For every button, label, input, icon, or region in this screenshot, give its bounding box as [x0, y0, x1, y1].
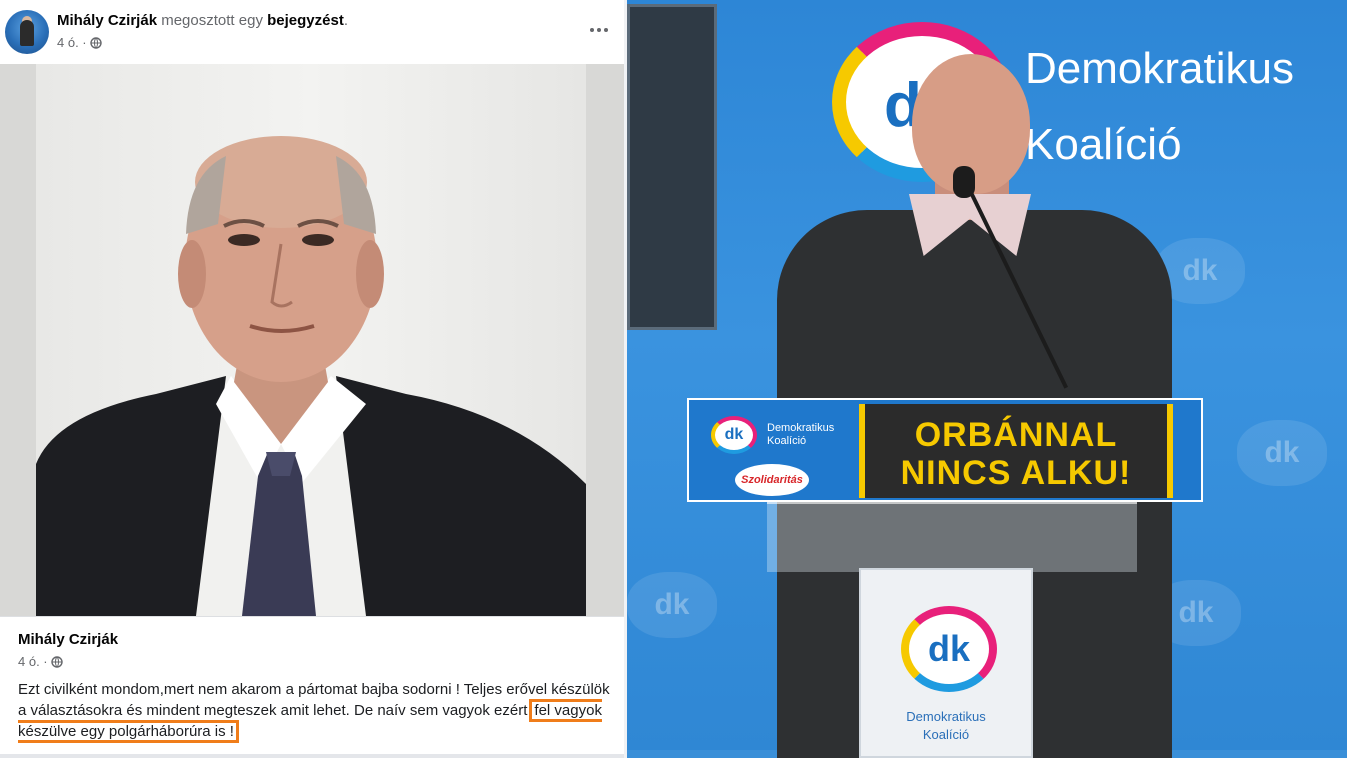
slogan-box: ORBÁNNAL NINCS ALKU!: [859, 404, 1173, 498]
shared-post-text: Ezt civilként mondom,mert nem akarom a p…: [18, 679, 614, 743]
dk-watermark-logo: dk: [1237, 420, 1327, 486]
podium-party-name: Demokratikus Koalíció: [861, 708, 1031, 744]
post-photo[interactable]: [0, 64, 624, 616]
solidarity-logo: Szolidaritás: [735, 464, 809, 496]
author-line: Mihály Czirják megosztott egy bejegyzést…: [57, 12, 348, 29]
dk-watermark-logo: dk: [627, 572, 717, 638]
shared-body-text: Ezt civilként mondom,mert nem akarom a p…: [18, 681, 610, 719]
banner-party-name: Demokratikus: [1025, 44, 1294, 93]
slogan-line2: NINCS ALKU!: [900, 454, 1132, 492]
facebook-post: Mihály Czirják megosztott egy bejegyzést…: [0, 0, 624, 758]
globe-icon: [89, 36, 102, 49]
slogan-line1: ORBÁNNAL: [914, 416, 1118, 454]
author-name-link[interactable]: Mihály Czirják: [57, 12, 157, 29]
portrait-illustration: [36, 136, 586, 616]
globe-icon: [50, 655, 63, 668]
podium-sign-logos: dk Demokratikus Koalíció Szolidaritás: [695, 406, 843, 498]
avatar[interactable]: [5, 10, 49, 54]
dk-logo-small: dk: [711, 416, 757, 454]
post-time-link[interactable]: 4 ó. ·: [57, 35, 87, 50]
press-photo: dk dk dk dk dk dk Demokratikus Koalíció …: [627, 0, 1347, 758]
podium-party-line1: Demokratikus: [906, 709, 986, 724]
shared-time-link[interactable]: 4 ó. ·: [18, 654, 48, 669]
podium-sign: dk Demokratikus Koalíció Szolidaritás OR…: [687, 398, 1203, 502]
podium-top: [767, 502, 1137, 572]
sign-party-name: Demokratikus Koalíció: [767, 422, 834, 448]
sign-party-line2: Koalíció: [767, 435, 807, 447]
more-options-icon[interactable]: [588, 22, 610, 38]
post-header: Mihály Czirják megosztott egy bejegyzést…: [0, 0, 624, 64]
tv-screen: [627, 4, 717, 330]
post-meta: 4 ó. ·: [57, 35, 102, 50]
shared-post-card[interactable]: Mihály Czirják 4 ó. · Ezt civilként mond…: [0, 616, 624, 754]
post-link[interactable]: bejegyzést: [267, 12, 344, 29]
microphone-icon: [953, 166, 975, 198]
shared-author-name[interactable]: Mihály Czirják: [18, 631, 118, 648]
dk-logo: dk: [901, 606, 997, 692]
podium-column: dk Demokratikus Koalíció: [859, 568, 1033, 758]
trailing-period: .: [343, 12, 348, 29]
shared-text: megosztott egy: [161, 12, 263, 29]
shared-post-meta: 4 ó. ·: [18, 654, 63, 669]
podium-party-line2: Koalíció: [922, 727, 970, 742]
avatar-figure: [20, 20, 34, 46]
banner-party-name-2: Koalíció: [1025, 120, 1182, 169]
sign-party-line1: Demokratikus: [767, 422, 835, 434]
